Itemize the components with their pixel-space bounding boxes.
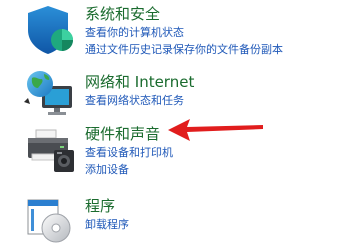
- programs-disc-icon[interactable]: [22, 190, 78, 246]
- category-text: 硬件和声音 查看设备和打印机 添加设备: [85, 124, 173, 178]
- network-globe-icon[interactable]: [22, 66, 78, 122]
- security-shield-icon[interactable]: [22, 4, 78, 60]
- category-title-programs[interactable]: 程序: [85, 196, 129, 216]
- category-title-hardware-sound[interactable]: 硬件和声音: [85, 124, 173, 144]
- link-file-history-backup[interactable]: 通过文件历史记录保存你的文件备份副本: [85, 41, 283, 58]
- category-title-network-internet[interactable]: 网络和 Internet: [85, 72, 194, 92]
- link-view-computer-status[interactable]: 查看你的计算机状态: [85, 24, 283, 41]
- link-network-status-tasks[interactable]: 查看网络状态和任务: [85, 92, 194, 109]
- link-add-device[interactable]: 添加设备: [85, 161, 173, 178]
- link-uninstall-program[interactable]: 卸载程序: [85, 216, 129, 233]
- category-text: 系统和安全 查看你的计算机状态 通过文件历史记录保存你的文件备份副本: [85, 4, 283, 58]
- category-network-internet: 网络和 Internet 查看网络状态和任务: [0, 64, 359, 122]
- link-devices-printers[interactable]: 查看设备和打印机: [85, 144, 173, 161]
- category-text: 网络和 Internet 查看网络状态和任务: [85, 72, 194, 109]
- red-arrow-icon: [168, 119, 263, 141]
- category-title-system-security[interactable]: 系统和安全: [85, 4, 283, 24]
- printer-icon[interactable]: [22, 124, 78, 180]
- category-system-security: 系统和安全 查看你的计算机状态 通过文件历史记录保存你的文件备份副本: [0, 0, 359, 64]
- category-programs: 程序 卸载程序: [0, 188, 359, 247]
- category-text: 程序 卸载程序: [85, 196, 129, 233]
